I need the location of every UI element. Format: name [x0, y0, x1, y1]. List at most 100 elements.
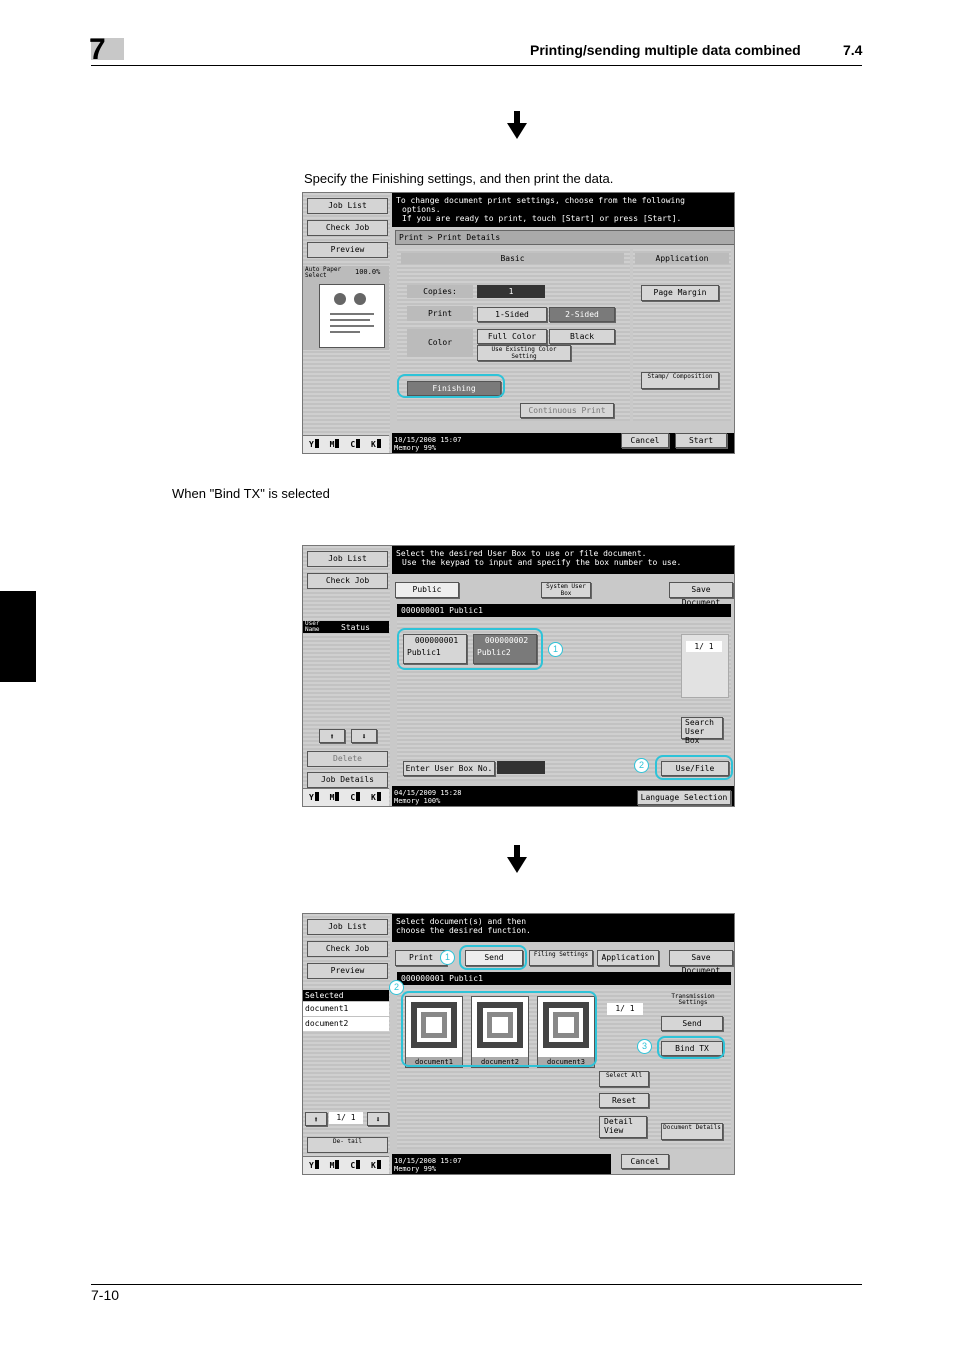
enter-user-box-no-button[interactable]: Enter User Box No. [403, 761, 495, 776]
save-document-button[interactable]: Save Document [669, 582, 733, 607]
continuous-print-button[interactable]: Continuous Print [520, 403, 614, 418]
job-list-header: User Name Status [303, 621, 389, 633]
scroll-up-button[interactable]: ⬆ [319, 729, 345, 743]
select-all-button[interactable]: Select All [599, 1071, 649, 1087]
copies-value[interactable]: 1 [477, 285, 545, 298]
black-button[interactable]: Black [549, 329, 615, 344]
user-name-column: User Name [305, 620, 320, 633]
detail-button[interactable]: De- tail [307, 1137, 388, 1153]
finishing-highlight [397, 374, 505, 398]
chapter-side-tab [0, 591, 36, 682]
thumbnail-line [330, 313, 374, 315]
page-indicator: 1/ 1 [607, 1003, 643, 1015]
down-arrow-icon [507, 845, 527, 873]
preview-button[interactable]: Preview [307, 242, 388, 258]
tab-system-user-box[interactable]: System User Box [541, 582, 591, 598]
tab-public[interactable]: Public [395, 582, 459, 598]
preview-button[interactable]: Preview [307, 963, 388, 979]
scroll-down-button[interactable]: ⬇ [367, 1112, 389, 1126]
job-list-button[interactable]: Job List [307, 198, 388, 214]
caption-finishing: Specify the Finishing settings, and then… [304, 171, 614, 186]
print-label: Print [407, 306, 473, 321]
one-sided-button[interactable]: 1-Sided [477, 307, 547, 322]
transmission-settings-label: Transmission Settings [671, 993, 715, 1006]
toner-m: M [330, 1157, 340, 1174]
callout-1: 1 [548, 642, 563, 657]
header-rule [91, 65, 862, 66]
send-tab-highlight [459, 945, 527, 970]
documents-highlight [401, 991, 597, 1067]
toner-m: M [330, 789, 340, 806]
thumbnail-image [334, 293, 346, 305]
check-job-button[interactable]: Check Job [307, 573, 388, 589]
save-document-button[interactable]: Save Document [669, 950, 733, 975]
callout-2: 2 [389, 980, 404, 995]
selected-document-1[interactable]: document1 [303, 1002, 389, 1016]
box-path: 000000001 Public1 [397, 972, 731, 985]
tab-basic: Basic [401, 253, 624, 264]
toner-levels: Y M C K [303, 788, 389, 806]
toner-k: K [371, 789, 381, 806]
language-selection-button[interactable]: Language Selection [637, 790, 731, 805]
scroll-down-button[interactable]: ⬇ [351, 729, 377, 743]
reset-button[interactable]: Reset [599, 1093, 649, 1108]
stamp-composition-button[interactable]: Stamp/ Composition [641, 372, 719, 389]
message-bar: To change document print settings, choos… [392, 193, 734, 227]
application-pane [633, 249, 731, 421]
delete-button[interactable]: Delete [307, 751, 388, 767]
use-file-highlight [655, 755, 733, 780]
toner-c: C [350, 436, 361, 453]
breadcrumb: Print > Print Details [395, 230, 734, 245]
user-box-no-field[interactable] [497, 761, 545, 774]
callout-2: 2 [634, 758, 649, 773]
send-button[interactable]: Send [661, 1016, 723, 1031]
down-arrow-icon [507, 111, 527, 139]
user-box-highlight [397, 628, 543, 670]
tab-application[interactable]: Application [635, 253, 729, 264]
thumbnail-image [354, 293, 366, 305]
scroll-up-button[interactable]: ⬆ [305, 1112, 327, 1126]
tab-filing-settings[interactable]: Filing Settings [529, 950, 593, 966]
caption-bind-tx: When "Bind TX" is selected [172, 486, 330, 501]
message-bar: Select the desired User Box to use or fi… [392, 546, 734, 574]
document-select-screen: Job List Check Job Preview Selected Docu… [302, 913, 735, 1175]
user-box-screen: Job List Check Job User Name Status ⬆ ⬇ … [302, 545, 735, 807]
two-sided-button[interactable]: 2-Sided [549, 307, 615, 322]
page-indicator-pane: 1/ 1 [681, 634, 729, 698]
full-color-button[interactable]: Full Color [477, 329, 547, 344]
auto-paper-label: Auto Paper Select [305, 266, 342, 279]
job-list-button[interactable]: Job List [307, 551, 388, 567]
box-path: 000000001 Public1 [397, 604, 731, 617]
message-bar: Select document(s) and then choose the de… [392, 914, 734, 942]
tab-application[interactable]: Application [597, 950, 659, 966]
toner-k: K [371, 1157, 381, 1174]
check-job-button[interactable]: Check Job [307, 220, 388, 236]
cancel-button[interactable]: Cancel [621, 1154, 669, 1169]
color-label: Color [407, 329, 473, 357]
thumbnail-line [330, 331, 360, 333]
search-user-box-button[interactable]: Search User Box [681, 717, 723, 745]
page-thumbnail [319, 284, 385, 348]
cancel-button[interactable]: Cancel [621, 433, 669, 448]
check-job-button[interactable]: Check Job [307, 941, 388, 957]
document-details-button[interactable]: Document Details [661, 1123, 723, 1140]
toner-c: C [350, 789, 361, 806]
callout-3: 3 [637, 1039, 652, 1054]
status-column: Status [341, 623, 370, 632]
footer-rule [91, 1284, 862, 1285]
preview-pane: Auto Paper Select 100.0% [303, 266, 389, 350]
detail-view-button[interactable]: Detail View [599, 1116, 647, 1138]
page-margin-button[interactable]: Page Margin [641, 285, 719, 301]
start-button[interactable]: Start [675, 433, 727, 448]
job-list-button[interactable]: Job List [307, 919, 388, 935]
use-existing-color-button[interactable]: Use Existing Color Setting [477, 345, 571, 361]
thumbnail-line [330, 325, 374, 327]
toner-c: C [350, 1157, 361, 1174]
job-details-button[interactable]: Job Details [307, 772, 388, 788]
toner-levels: Y M C K [303, 435, 389, 453]
page-indicator: 1/ 1 [686, 641, 722, 652]
zoom-label: 100.0% [355, 268, 381, 276]
left-page-indicator: 1/ 1 [329, 1112, 363, 1124]
header-section: 7.4 [843, 42, 863, 58]
selected-document-2[interactable]: document2 [303, 1017, 389, 1031]
